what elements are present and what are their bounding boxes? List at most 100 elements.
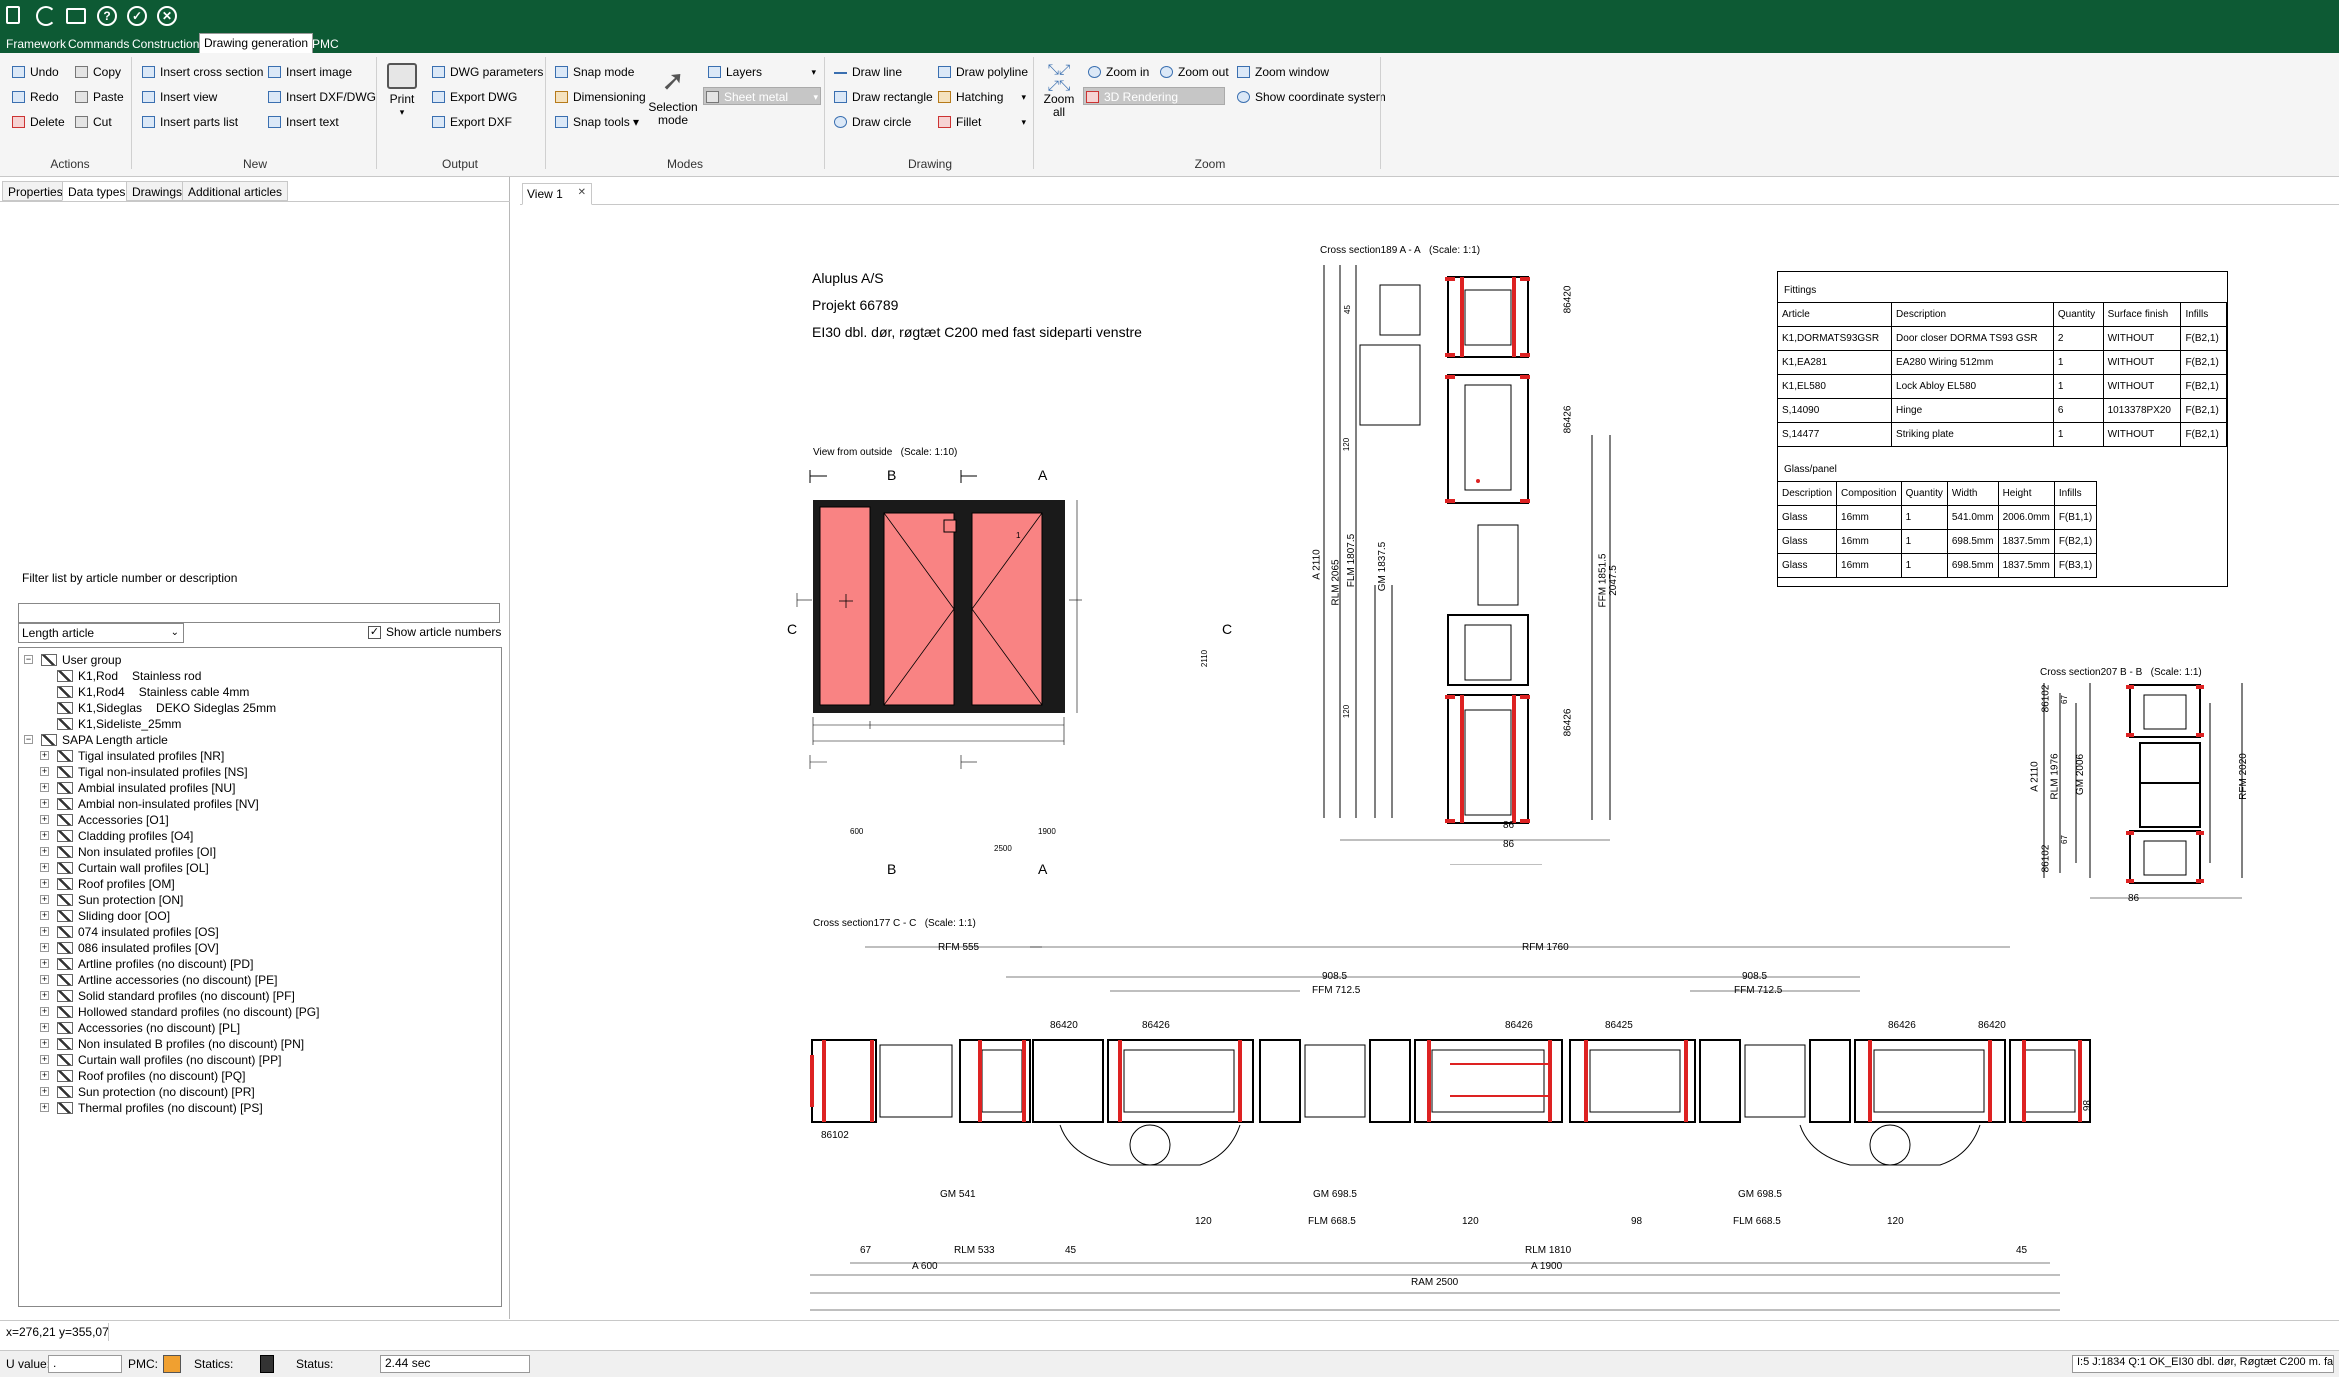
close-icon[interactable]: ✕	[157, 6, 177, 26]
tab-construction[interactable]: Construction	[128, 35, 203, 53]
expand-icon[interactable]: +	[40, 863, 49, 872]
tree-item[interactable]: +K1,RodStainless rod	[57, 668, 201, 684]
zoom-all-button[interactable]: ⤡⤢ ⤢⤡ Zoom all	[1040, 61, 1078, 119]
show-article-numbers-checkbox[interactable]: ✓	[368, 626, 381, 639]
statics-status-icon[interactable]	[260, 1355, 274, 1373]
tree-item[interactable]: + Artline profiles (no discount) [PD]	[40, 956, 253, 972]
expand-icon[interactable]: +	[40, 799, 49, 808]
3d-rendering-button[interactable]: 3D Rendering	[1083, 87, 1225, 105]
tree-item[interactable]: +074 insulated profiles [OS]	[40, 924, 219, 940]
insert-parts-list-button[interactable]: Insert parts list	[140, 113, 238, 131]
article-tree[interactable]: − User group + K1,Rod Stainless rod + K1,Rod4 S…	[18, 647, 502, 1307]
expand-icon[interactable]: +	[40, 975, 49, 984]
tree-item[interactable]: + Ambial non-insulated profiles [NV]	[40, 796, 259, 812]
expand-icon[interactable]: +	[40, 847, 49, 856]
tree-item[interactable]: + Sun protection (no discount) [PR]	[40, 1084, 255, 1100]
cut-button[interactable]: Cut	[73, 113, 112, 131]
tree-item[interactable]: + Tigal non-insulated profiles [NS]	[40, 764, 248, 780]
expand-icon[interactable]: +	[40, 895, 49, 904]
export-dxf-button[interactable]: Export DXF	[430, 113, 512, 131]
tree-item[interactable]: +K1,Rod4Stainless cable 4mm	[57, 684, 249, 700]
expand-icon[interactable]: +	[40, 1055, 49, 1064]
tab-properties[interactable]: Properties	[2, 181, 69, 201]
expand-icon[interactable]: +	[40, 815, 49, 824]
delete-button[interactable]: Delete	[10, 113, 65, 131]
insert-dxf-dwg-button[interactable]: Insert DXF/DWG	[266, 88, 376, 106]
tab-view-1[interactable]: View 1 ✕	[522, 183, 592, 205]
tab-drawing-generation[interactable]: Drawing generation	[199, 33, 314, 53]
filter-input[interactable]	[18, 603, 500, 623]
collapse-icon[interactable]: −	[24, 735, 33, 744]
tree-item[interactable]: + Cladding profiles [O4]	[40, 828, 193, 844]
tab-pmc[interactable]: PMC	[308, 35, 343, 53]
tree-item[interactable]: +K1,SideglasDEKO Sideglas 25mm	[57, 700, 276, 716]
tree-item[interactable]: + Accessories (no discount) [PL]	[40, 1020, 240, 1036]
draw-rectangle-button[interactable]: Draw rectangle	[832, 88, 933, 106]
tab-additional-articles[interactable]: Additional articles	[182, 181, 289, 201]
insert-view-button[interactable]: Insert view	[140, 88, 217, 106]
hatching-button[interactable]: Hatching ▾	[936, 88, 1026, 106]
check-icon[interactable]: ✓	[127, 6, 147, 26]
tab-data-types[interactable]: Data types	[62, 181, 132, 201]
tree-item[interactable]: + Non insulated profiles [OI]	[40, 844, 216, 860]
document-icon[interactable]	[6, 6, 20, 24]
expand-icon[interactable]: +	[40, 1023, 49, 1032]
snap-tools-button[interactable]: Snap tools ▾	[553, 113, 639, 131]
tree-item[interactable]: + Non insulated B profiles (no discount) …	[40, 1036, 304, 1052]
tab-drawings[interactable]: Drawings	[126, 181, 189, 201]
snap-mode-button[interactable]: Snap mode	[553, 63, 634, 81]
drawing-canvas[interactable]: Aluplus A/S Projekt 66789 EI30 dbl. dør,…	[520, 205, 2339, 1319]
expand-icon[interactable]: +	[40, 1087, 49, 1096]
type-select[interactable]: Length article ⌄	[18, 623, 184, 643]
expand-icon[interactable]: +	[40, 943, 49, 952]
collapse-icon[interactable]: −	[24, 655, 33, 664]
tree-item[interactable]: + Tigal insulated profiles [NR]	[40, 748, 224, 764]
dimensioning-button[interactable]: Dimensioning	[553, 88, 646, 106]
help-icon[interactable]: ?	[97, 6, 117, 26]
fillet-button[interactable]: Fillet ▾	[936, 113, 1026, 131]
tab-commands[interactable]: Commands	[64, 35, 133, 53]
expand-icon[interactable]: +	[40, 959, 49, 968]
expand-icon[interactable]: +	[40, 911, 49, 920]
tree-item[interactable]: + Ambial insulated profiles [NU]	[40, 780, 235, 796]
tree-item[interactable]: + Sliding door [OO]	[40, 908, 170, 924]
copy-button[interactable]: Copy	[73, 63, 121, 81]
tree-item[interactable]: + Curtain wall profiles [OL]	[40, 860, 209, 876]
expand-icon[interactable]: +	[40, 783, 49, 792]
expand-icon[interactable]: +	[40, 927, 49, 936]
tree-item[interactable]: − User group	[24, 652, 121, 668]
tree-item[interactable]: + Hollowed standard profiles (no discount…	[40, 1004, 319, 1020]
expand-icon[interactable]: +	[40, 1007, 49, 1016]
tree-item[interactable]: + Accessories [O1]	[40, 812, 169, 828]
redo-button[interactable]: Redo	[10, 88, 59, 106]
paste-button[interactable]: Paste	[73, 88, 124, 106]
expand-icon[interactable]: +	[40, 1039, 49, 1048]
expand-icon[interactable]: +	[40, 1071, 49, 1080]
draw-line-button[interactable]: Draw line	[832, 63, 902, 81]
dwg-parameters-button[interactable]: DWG parameters	[430, 63, 543, 81]
zoom-window-button[interactable]: Zoom window	[1235, 63, 1329, 81]
insert-image-button[interactable]: Insert image	[266, 63, 352, 81]
export-dwg-button[interactable]: Export DWG	[430, 88, 517, 106]
layers-dropdown[interactable]: Layers ▾	[706, 63, 818, 81]
tree-item[interactable]: + Roof profiles [OM]	[40, 876, 175, 892]
expand-icon[interactable]: +	[40, 1103, 49, 1112]
tree-item[interactable]: +K1,Sideliste_25mm	[57, 716, 181, 732]
expand-icon[interactable]: +	[40, 879, 49, 888]
zoom-in-button[interactable]: Zoom in	[1086, 63, 1149, 81]
expand-icon[interactable]: +	[40, 831, 49, 840]
tree-item[interactable]: + Sun protection [ON]	[40, 892, 183, 908]
selection-mode-button[interactable]: ➚ Selection mode	[648, 61, 698, 127]
show-coordinate-system-button[interactable]: Show coordinate system	[1235, 88, 1386, 106]
draw-circle-button[interactable]: Draw circle	[832, 113, 911, 131]
zoom-out-button[interactable]: Zoom out	[1158, 63, 1229, 81]
tree-item[interactable]: + Curtain wall profiles (no discount) [PP…	[40, 1052, 281, 1068]
tree-item[interactable]: + Artline accessories (no discount) [PE]	[40, 972, 277, 988]
close-icon[interactable]: ✕	[578, 187, 586, 198]
expand-icon[interactable]: +	[40, 767, 49, 776]
tab-framework[interactable]: Framework	[2, 35, 70, 53]
tree-item[interactable]: + Solid standard profiles (no discount) […	[40, 988, 295, 1004]
pmc-status-icon[interactable]	[163, 1355, 181, 1373]
refresh-icon[interactable]	[36, 6, 56, 26]
tree-item[interactable]: + Roof profiles (no discount) [PQ]	[40, 1068, 245, 1084]
